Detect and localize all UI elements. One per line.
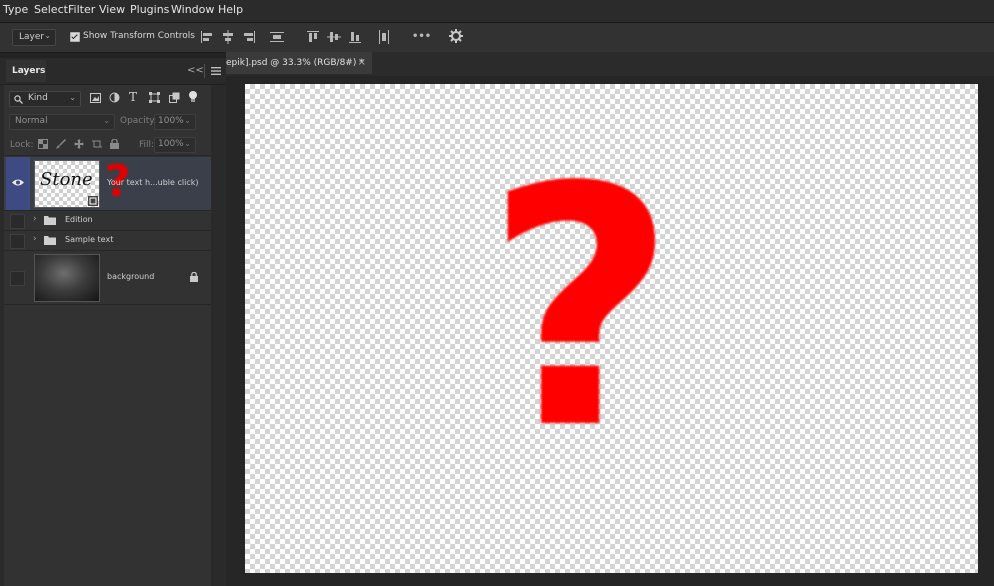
smart-object-filter-icon[interactable] bbox=[169, 92, 180, 103]
more-options-icon[interactable]: ••• bbox=[412, 31, 431, 42]
blend-mode-dropdown[interactable]: Normal ⌄ bbox=[9, 114, 115, 130]
menu-help[interactable]: Help bbox=[218, 3, 243, 16]
panel-menu-icon[interactable] bbox=[211, 67, 221, 75]
opacity-value: 100% bbox=[158, 116, 184, 126]
layer-row-text[interactable]: Stone ? Your text h...uble click) bbox=[4, 157, 211, 210]
chevron-down-icon: ⌄ bbox=[69, 93, 76, 102]
opacity-field[interactable]: 100% ⌄ bbox=[154, 114, 196, 130]
distribute-vertical-icon[interactable] bbox=[270, 30, 284, 44]
fill-value: 100% bbox=[158, 139, 184, 149]
document-tab[interactable]: epik].psd @ 33.3% (RGB/8#) * × bbox=[226, 52, 372, 74]
lock-all-icon[interactable] bbox=[110, 139, 119, 149]
align-bottom-edges-icon[interactable] bbox=[348, 30, 362, 44]
auto-select-value: Layer bbox=[19, 32, 45, 42]
lock-artboard-icon[interactable] bbox=[92, 139, 102, 149]
layer-name[interactable]: Your text h...uble click) bbox=[107, 178, 198, 187]
panel-divider bbox=[204, 64, 205, 78]
eye-icon bbox=[12, 179, 24, 186]
align-top-edges-icon[interactable] bbox=[306, 30, 320, 44]
filter-toggle-icon[interactable] bbox=[188, 90, 198, 102]
opacity-label: Opacity: bbox=[120, 116, 157, 126]
search-icon bbox=[14, 95, 23, 104]
menu-bar: Type Select Filter View Plugins Window H… bbox=[0, 0, 994, 23]
lock-transparent-pixels-icon[interactable] bbox=[38, 139, 48, 149]
lock-label: Lock: bbox=[10, 140, 34, 150]
menu-view[interactable]: View bbox=[99, 3, 125, 16]
document-tab-title: epik].psd @ 33.3% (RGB/8#) * bbox=[226, 58, 364, 68]
chevron-down-icon: ⌄ bbox=[44, 31, 51, 40]
collapse-panel-icon[interactable]: << bbox=[187, 65, 204, 76]
type-layer-filter-icon[interactable]: T bbox=[129, 90, 137, 104]
folder-icon bbox=[44, 216, 56, 225]
align-right-edges-icon[interactable] bbox=[242, 30, 256, 44]
adjustment-layer-filter-icon[interactable] bbox=[109, 92, 120, 103]
layer-kind-filter-value: Kind bbox=[28, 93, 48, 103]
background-thumbnail bbox=[34, 254, 100, 302]
thumbnail-text: Stone bbox=[40, 169, 93, 190]
chevron-right-icon[interactable]: › bbox=[33, 234, 37, 244]
visibility-toggle[interactable] bbox=[10, 234, 25, 249]
visibility-toggle[interactable] bbox=[10, 271, 25, 286]
shape-layer-filter-icon[interactable] bbox=[149, 92, 160, 103]
layer-row-edition[interactable]: › Edition bbox=[4, 211, 211, 230]
layer-kind-filter[interactable]: Kind ⌄ bbox=[9, 91, 81, 107]
chevron-down-icon: ⌄ bbox=[103, 116, 110, 125]
chevron-right-icon[interactable]: › bbox=[33, 214, 37, 224]
close-icon[interactable]: × bbox=[358, 52, 366, 74]
menu-window[interactable]: Window bbox=[171, 3, 214, 16]
lock-icon bbox=[190, 272, 198, 282]
align-horizontal-centers-icon[interactable] bbox=[221, 30, 235, 44]
layer-name[interactable]: background bbox=[107, 272, 154, 281]
chevron-down-icon: ⌄ bbox=[184, 139, 191, 148]
layer-thumbnail: Stone bbox=[34, 160, 100, 208]
smart-object-badge-icon bbox=[88, 196, 98, 206]
document-canvas[interactable]: ? bbox=[245, 84, 978, 573]
show-transform-controls-label: Show Transform Controls bbox=[83, 31, 195, 41]
layer-row-sample-text[interactable]: › Sample text bbox=[4, 231, 211, 250]
lock-image-pixels-icon[interactable] bbox=[56, 139, 66, 149]
options-bar: Layer ⌄ Show Transform Controls ••• bbox=[0, 23, 994, 53]
fill-field[interactable]: 100% ⌄ bbox=[154, 137, 196, 153]
blend-mode-value: Normal bbox=[15, 116, 48, 126]
question-mark-graphic: ? bbox=[485, 117, 677, 501]
folder-icon bbox=[44, 236, 56, 245]
layer-name[interactable]: Sample text bbox=[65, 235, 113, 244]
menu-filter[interactable]: Filter bbox=[68, 3, 95, 16]
align-vertical-centers-icon[interactable] bbox=[327, 30, 341, 44]
layer-row-background[interactable]: background bbox=[4, 251, 211, 304]
tab-layers[interactable]: Layers bbox=[6, 60, 46, 82]
divider bbox=[4, 304, 211, 305]
lock-position-icon[interactable] bbox=[74, 139, 84, 149]
visibility-toggle[interactable] bbox=[10, 214, 25, 229]
gear-icon[interactable] bbox=[449, 29, 463, 43]
pixel-layer-filter-icon[interactable] bbox=[90, 93, 101, 103]
fill-label: Fill: bbox=[139, 140, 155, 150]
align-left-edges-icon[interactable] bbox=[200, 30, 214, 44]
menu-plugins[interactable]: Plugins bbox=[130, 3, 169, 16]
visibility-toggle[interactable] bbox=[6, 157, 30, 210]
layer-name[interactable]: Edition bbox=[65, 215, 93, 224]
chevron-down-icon: ⌄ bbox=[184, 116, 191, 125]
menu-type[interactable]: Type bbox=[3, 3, 28, 16]
menu-select[interactable]: Select bbox=[34, 3, 68, 16]
distribute-horizontal-icon[interactable] bbox=[377, 30, 391, 44]
auto-select-dropdown[interactable]: Layer ⌄ bbox=[12, 29, 56, 46]
show-transform-controls-checkbox[interactable] bbox=[70, 32, 80, 42]
